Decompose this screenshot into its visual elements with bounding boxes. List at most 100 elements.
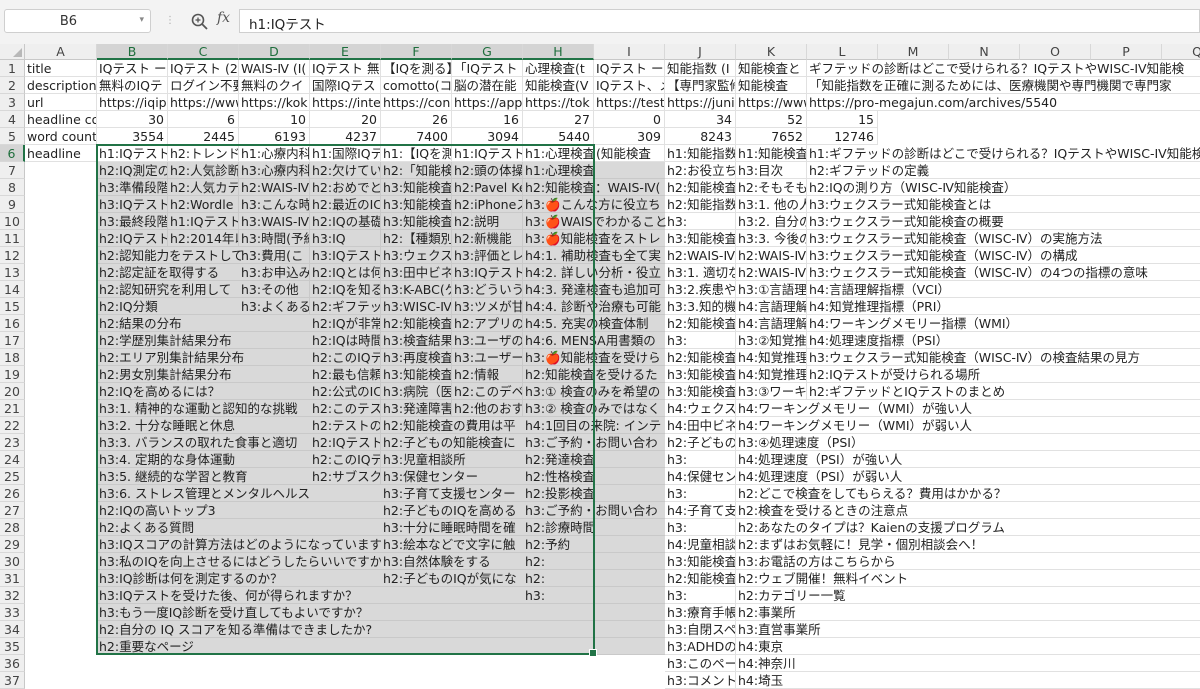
cell-b4[interactable]: 30 (97, 111, 168, 128)
cell-h12[interactable]: h4:1. 補助検査も全て実 (523, 247, 665, 264)
cell-f14[interactable]: h3:K-ABC(ケ (381, 281, 452, 298)
cell-j14[interactable]: h3:2.疾患や (665, 281, 736, 298)
cell-b25[interactable]: h3:5. 継続的な学習と教育 (97, 468, 310, 485)
cell-f6[interactable]: h1:【IQを測 (381, 145, 452, 162)
cell-f26[interactable]: h3:子育て支援センター (381, 485, 523, 502)
cell-a5[interactable]: word count (25, 128, 97, 145)
cell-l16[interactable]: h4:ワーキングメモリー指標（WMI） (807, 315, 1200, 332)
row-header-14[interactable]: 14 (0, 281, 25, 298)
cell-j4[interactable]: 34 (665, 111, 736, 128)
cell-k22[interactable]: h4:ワーキングメモリー（WMI）が弱い人 (736, 417, 1200, 434)
function-icon[interactable]: fx (217, 10, 230, 26)
cell-j15[interactable]: h3:3.知的機能 (665, 298, 736, 315)
cell-d9[interactable]: h3:こんな時 (239, 196, 310, 213)
cell-k37[interactable]: h4:埼玉 (736, 672, 1200, 689)
cell-b6[interactable]: h1:IQテスト (97, 145, 168, 162)
cell-h18[interactable]: h3:🍎知能検査を受けら (523, 349, 665, 366)
cell-h19[interactable]: h2:知能検査を受けるた (523, 366, 665, 383)
cell-d10[interactable]: h3:WAIS-Ⅳ (239, 213, 310, 230)
cell-f17[interactable]: h3:検査結果の (381, 332, 452, 349)
cell-h16[interactable]: h4:5. 充実の検査体制 (523, 315, 665, 332)
cell-f22[interactable]: h2:知能検査の費用は平 (381, 417, 523, 434)
formula-input[interactable]: h1:IQテスト (239, 9, 1200, 33)
cell-e8[interactable]: h2:おめでと (310, 179, 381, 196)
cell-l6[interactable]: h1:ギフテッドの診断はどこで受けられる？IQテストやWISC-IV知能検 (807, 145, 1200, 162)
cell-b3[interactable]: https://iqip (97, 94, 168, 111)
cell-f9[interactable]: h3:知能検査 (381, 196, 452, 213)
cell-h5[interactable]: 5440 (523, 128, 594, 145)
cell-f15[interactable]: h3:WISC-Ⅳ (381, 298, 452, 315)
cell-j22[interactable]: h4:田中ビネ (665, 417, 736, 434)
cell-i2[interactable]: IQテスト、メ (594, 77, 665, 94)
row-header-25[interactable]: 25 (0, 468, 25, 485)
cell-f31[interactable]: h2:子どものIQが気にな (381, 570, 523, 587)
cell-g9[interactable]: h2:iPhoneス (452, 196, 523, 213)
cell-b24[interactable]: h3:4. 定期的な身体運動 (97, 451, 310, 468)
cell-g6[interactable]: h1:IQテスト (452, 145, 523, 162)
zoom-icon[interactable] (190, 12, 210, 32)
cell-c10[interactable]: h1:IQテスト (168, 213, 239, 230)
cell-b28[interactable]: h2:よくある質問 (97, 519, 381, 536)
row-header-18[interactable]: 18 (0, 349, 25, 366)
cell-f21[interactable]: h3:発達障害 (381, 400, 452, 417)
cell-g19[interactable]: h2:情報 (452, 366, 523, 383)
cell-l10[interactable]: h3:ウェクスラー式知能検査の概要 (807, 213, 1200, 230)
cell-f29[interactable]: h3:絵本などで文字に触 (381, 536, 523, 553)
cell-k24[interactable]: h4:処理速度（PSI）が強い人 (736, 451, 1200, 468)
row-header-4[interactable]: 4 (0, 111, 25, 128)
cell-c2[interactable]: ログイン不要、 (168, 77, 239, 94)
cell-k1[interactable]: 知能検査と (736, 60, 807, 77)
cell-b18[interactable]: h2:エリア別集計結果分布 (97, 349, 310, 366)
cell-b32[interactable]: h3:IQテストを受けた後、何が得られますか？ (97, 587, 523, 604)
cell-e1[interactable]: IQテスト 無 (310, 60, 381, 77)
cell-e22[interactable]: h2:テストのス (310, 417, 381, 434)
column-header-l[interactable]: L (807, 44, 878, 60)
cell-l9[interactable]: h3:ウェクスラー式知能検査とは (807, 196, 1200, 213)
cell-a1[interactable]: title (25, 60, 97, 77)
cell-j27[interactable]: h4:子育て支 (665, 502, 736, 519)
cell-k21[interactable]: h4:ワーキングメモリー（WMI）が強い人 (736, 400, 1200, 417)
cell-b9[interactable]: h3:IQテスト (97, 196, 168, 213)
cell-b22[interactable]: h3:2. 十分な睡眠と休息 (97, 417, 310, 434)
cell-k17[interactable]: h3:②知覚推 (736, 332, 807, 349)
cell-g5[interactable]: 3094 (452, 128, 523, 145)
cell-e23[interactable]: h2:IQテスト (310, 434, 381, 451)
row-header-1[interactable]: 1 (0, 60, 25, 77)
cell-b29[interactable]: h3:IQスコアの計算方法はどのようになっています (97, 536, 382, 553)
cell-b15[interactable]: h2:IQ分類 (97, 298, 239, 315)
cell-b13[interactable]: h2:認定証を取得する (97, 264, 239, 281)
cell-d7[interactable]: h3:心療内科 (239, 162, 310, 179)
cell-a3[interactable]: url (25, 94, 97, 111)
cell-f24[interactable]: h3:児童相談所 (381, 451, 523, 468)
cell-k3[interactable]: https://www (736, 94, 807, 111)
cell-k32[interactable]: h2:カテゴリー一覧 (736, 587, 1200, 604)
cell-h7[interactable]: h1:心理検査 (523, 162, 665, 179)
cell-e7[interactable]: h2:欠けてい (310, 162, 381, 179)
cell-c6[interactable]: h2:トレンド (168, 145, 239, 162)
cell-f7[interactable]: h2:「知能検 (381, 162, 452, 179)
cell-b27[interactable]: h2:IQの高いトップ3 (97, 502, 381, 519)
cell-i5[interactable]: 309 (594, 128, 665, 145)
cell-g8[interactable]: h2:Pavel Ke (452, 179, 523, 196)
cell-i3[interactable]: https://test (594, 94, 665, 111)
cell-h6[interactable]: h1:心理検査 (523, 145, 594, 162)
cell-e13[interactable]: h2:IQとは何 (310, 264, 381, 281)
row-header-27[interactable]: 27 (0, 502, 25, 519)
cell-b21[interactable]: h3:1. 精神的な運動と認知的な挑戦 (97, 400, 310, 417)
row-header-2[interactable]: 2 (0, 77, 25, 94)
cell-h22[interactable]: h4:1回目の来院: インテ (523, 417, 665, 434)
cell-f5[interactable]: 7400 (381, 128, 452, 145)
cell-h23[interactable]: h3:ご予約・お問い合わ (523, 434, 665, 451)
row-header-23[interactable]: 23 (0, 434, 25, 451)
column-header-p[interactable]: P (1091, 44, 1162, 60)
cell-k30[interactable]: h3:お電話の方はこちらから (736, 553, 1200, 570)
column-header-b[interactable]: B (97, 44, 168, 60)
cell-l5[interactable]: 12746 (807, 128, 878, 145)
column-header-j[interactable]: J (665, 44, 736, 60)
cell-k36[interactable]: h4:神奈川 (736, 655, 1200, 672)
cell-c9[interactable]: h2:Wordle C (168, 196, 239, 213)
cell-b14[interactable]: h2:認知研究を利用して (97, 281, 239, 298)
chevron-down-icon[interactable]: ▾ (139, 15, 144, 25)
cell-h1[interactable]: 心理検査(t (523, 60, 594, 77)
cell-j33[interactable]: h3:療育手帳 (665, 604, 736, 621)
